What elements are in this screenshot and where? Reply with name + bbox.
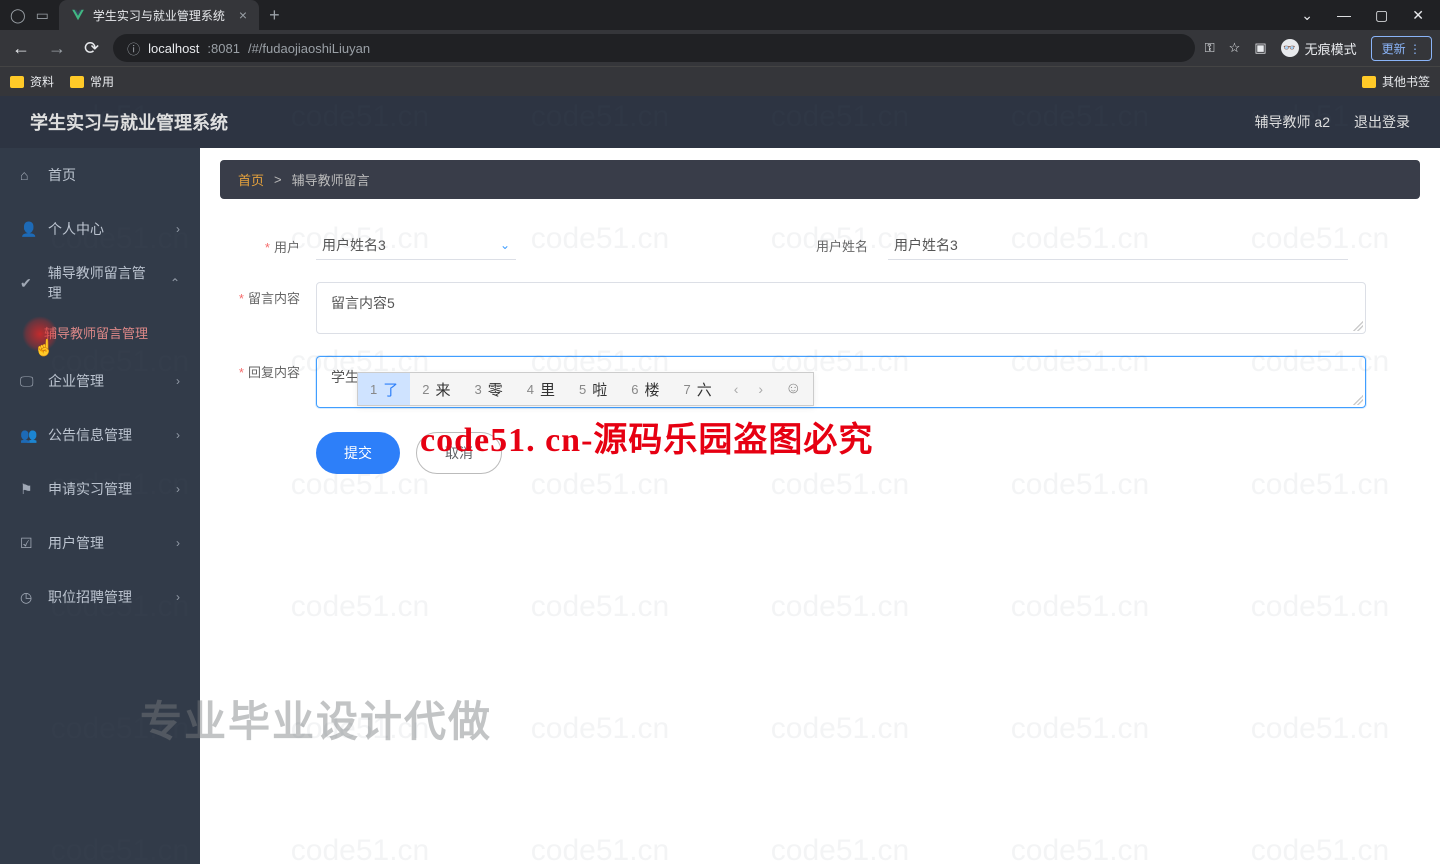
tab-title: 学生实习与就业管理系统 xyxy=(93,7,225,24)
address-bar: ← → ⟳ ⓘ localhost :8081 /#/fudaojiaoshiLiu… xyxy=(0,30,1440,66)
sidebar-item-user-mgmt[interactable]: ☑用户管理› xyxy=(0,516,200,570)
ime-prev-icon[interactable]: ‹ xyxy=(724,381,749,397)
minimize-icon[interactable]: — xyxy=(1337,7,1351,24)
chevron-icon: › xyxy=(176,374,180,388)
bookmark-item[interactable]: 资料 xyxy=(10,73,54,90)
chevron-icon: › xyxy=(176,536,180,550)
app-header: 学生实习与就业管理系统 辅导教师 a2 退出登录 xyxy=(0,96,1440,148)
url-port: :8081 xyxy=(207,41,240,56)
ime-candidate-bar[interactable]: 1了 2来 3零 4里 5啦 6楼 7六 ‹ › ☺ xyxy=(357,372,814,406)
incognito-label: 无痕模式 xyxy=(1305,39,1357,58)
user-label[interactable]: 辅导教师 a2 xyxy=(1255,112,1330,132)
sidebar-item-announce[interactable]: 👥公告信息管理› xyxy=(0,408,200,462)
extensions-icon[interactable]: ▣ xyxy=(1254,40,1266,56)
info-icon: ⓘ xyxy=(127,39,140,58)
folder-icon xyxy=(1362,76,1376,88)
resize-handle-icon[interactable] xyxy=(1353,395,1363,405)
resize-handle-icon[interactable] xyxy=(1353,321,1363,331)
close-window-icon[interactable]: ✕ xyxy=(1412,7,1424,24)
flag-icon: ⚑ xyxy=(20,481,36,498)
ime-candidate[interactable]: 7六 xyxy=(672,373,724,405)
home-icon: ⌂ xyxy=(20,167,36,183)
clock-icon: ◷ xyxy=(20,589,36,606)
globe-icon: ◯ xyxy=(10,7,26,24)
red-watermark-text: code51. cn-源码乐园盗图必究 xyxy=(420,412,873,461)
ime-candidate[interactable]: 3零 xyxy=(463,373,515,405)
url-input[interactable]: ⓘ localhost :8081 /#/fudaojiaoshiLiuyan xyxy=(113,34,1195,62)
browser-chrome: ◯ ▭ 学生实习与就业管理系统 × + ⌄ — ▢ ✕ ← → ⟳ ⓘ loca… xyxy=(0,0,1440,96)
incognito-icon: 👓 xyxy=(1281,39,1299,57)
chevron-icon: › xyxy=(176,428,180,442)
sidebar: ⌂首页 👤个人中心› ✔辅导教师留言管理⌃ 辅导教师留言管理 ☝ 🖵企业管理› … xyxy=(0,148,200,864)
user-icon: 👤 xyxy=(20,221,36,238)
tab-stub-icons: ◯ ▭ xyxy=(0,7,59,24)
footer-watermark: 专业毕业设计代做 xyxy=(140,688,492,749)
ime-next-icon[interactable]: › xyxy=(748,381,773,397)
ime-candidate[interactable]: 5啦 xyxy=(567,373,619,405)
user-select[interactable]: 用户姓名3 ⌄ xyxy=(316,231,516,260)
chevron-down-icon: ⌄ xyxy=(500,238,510,252)
breadcrumb: 首页 > 辅导教师留言 xyxy=(220,160,1420,199)
chevron-icon: › xyxy=(176,222,180,236)
sidebar-item-recruit[interactable]: ◷职位招聘管理› xyxy=(0,570,200,624)
submit-button[interactable]: 提交 xyxy=(316,432,400,474)
username-input[interactable]: 用户姓名3 xyxy=(888,231,1348,260)
ime-emoji-icon[interactable]: ☺ xyxy=(773,380,813,398)
incognito-badge: 👓 无痕模式 xyxy=(1281,39,1357,58)
sidebar-item-tutor-message-mgmt[interactable]: ✔辅导教师留言管理⌃ xyxy=(0,256,200,310)
browser-tab[interactable]: 学生实习与就业管理系统 × xyxy=(59,0,259,30)
folder-icon xyxy=(70,76,84,88)
window-controls: ⌄ — ▢ ✕ xyxy=(1285,7,1440,24)
back-button[interactable]: ← xyxy=(8,38,34,59)
forward-button[interactable]: → xyxy=(44,38,70,59)
page-icon: ▭ xyxy=(36,7,49,24)
ime-candidate[interactable]: 1了 xyxy=(358,373,410,405)
chevron-icon: › xyxy=(176,590,180,604)
ime-candidate[interactable]: 4里 xyxy=(515,373,567,405)
folder-icon xyxy=(10,76,24,88)
ime-candidate[interactable]: 2来 xyxy=(410,373,462,405)
checkbox-icon: ☑ xyxy=(20,535,36,552)
other-bookmarks[interactable]: 其他书签 xyxy=(1362,73,1430,90)
sidebar-item-company[interactable]: 🖵企业管理› xyxy=(0,354,200,408)
breadcrumb-home[interactable]: 首页 xyxy=(238,170,264,189)
chevron-down-icon[interactable]: ⌄ xyxy=(1301,7,1313,24)
reply-label: 回复内容 xyxy=(239,365,300,380)
close-icon[interactable]: × xyxy=(239,7,247,23)
update-button[interactable]: 更新 ⋮ xyxy=(1371,36,1432,61)
star-icon[interactable]: ☆ xyxy=(1229,40,1241,56)
message-label: 留言内容 xyxy=(239,291,300,306)
key-icon[interactable]: ⚿ xyxy=(1205,40,1215,56)
breadcrumb-sep: > xyxy=(274,172,282,187)
username-label: 用户姓名 xyxy=(816,236,868,255)
tab-strip: ◯ ▭ 学生实习与就业管理系统 × + ⌄ — ▢ ✕ xyxy=(0,0,1440,30)
maximize-icon[interactable]: ▢ xyxy=(1375,7,1388,24)
logout-link[interactable]: 退出登录 xyxy=(1354,112,1410,132)
new-tab-button[interactable]: + xyxy=(259,5,290,26)
bookmark-bar: 资料 常用 其他书签 xyxy=(0,66,1440,96)
sidebar-item-home[interactable]: ⌂首页 xyxy=(0,148,200,202)
user-select-value: 用户姓名3 xyxy=(322,235,386,255)
url-host: localhost xyxy=(148,41,199,56)
monitor-icon: 🖵 xyxy=(20,373,36,390)
sidebar-item-profile[interactable]: 👤个人中心› xyxy=(0,202,200,256)
url-path: /#/fudaojiaoshiLiuyan xyxy=(248,41,370,56)
users-icon: 👥 xyxy=(20,427,36,444)
sidebar-subitem-tutor-message[interactable]: 辅导教师留言管理 ☝ xyxy=(0,310,200,354)
chevron-icon: › xyxy=(176,482,180,496)
reload-button[interactable]: ⟳ xyxy=(80,38,103,59)
cursor-hand-icon: ☝ xyxy=(34,338,54,358)
sidebar-item-intern[interactable]: ⚑申请实习管理› xyxy=(0,462,200,516)
user-label: 用户 xyxy=(265,240,300,255)
check-icon: ✔ xyxy=(20,275,36,292)
ime-candidate[interactable]: 6楼 xyxy=(619,373,671,405)
chevron-up-icon: ⌃ xyxy=(170,276,180,290)
vue-icon xyxy=(71,8,85,22)
bookmark-item[interactable]: 常用 xyxy=(70,73,114,90)
message-textarea[interactable]: 留言内容5 xyxy=(316,282,1366,334)
main-content: 首页 > 辅导教师留言 用户 用户姓名3 ⌄ 用户姓名 用户姓名3 xyxy=(200,148,1440,864)
app-title: 学生实习与就业管理系统 xyxy=(30,109,228,135)
breadcrumb-current: 辅导教师留言 xyxy=(292,170,370,189)
